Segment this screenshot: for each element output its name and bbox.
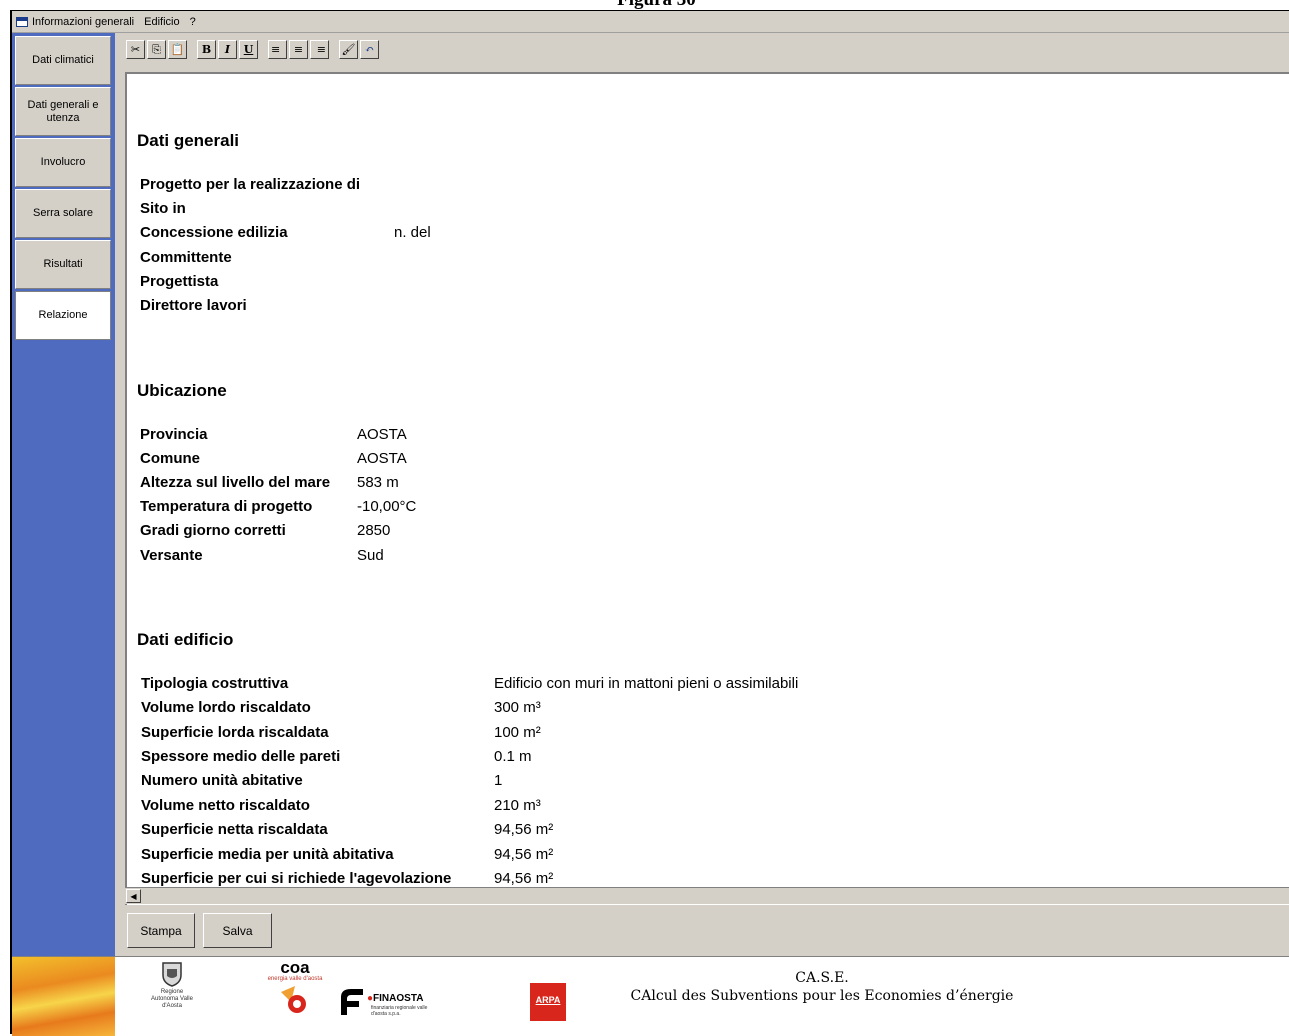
sidebar-item-label: Risultati [43,258,83,270]
coa-flame-icon [281,986,306,1013]
arpa-logo-text: ARPA [535,995,561,1005]
row-value: 2850 [357,522,391,539]
section-title-dati-edificio: Dati edificio [137,630,234,649]
brand-swoosh [12,957,115,1036]
row-value: 100 m² [494,724,541,741]
row-label: Numero unità abitative [141,772,303,789]
sidebar-item-serra-solare[interactable]: Serra solare [15,189,111,238]
row-label: Versante [140,547,203,564]
sidebar-item-label: Involucro [40,156,86,168]
sidebar-item-involucro[interactable]: Involucro [15,138,111,187]
row-value: 94,56 m² [494,846,554,863]
footer-logos: Regione Autonoma Valle d'Aosta coa energ… [12,956,1289,1036]
print-button[interactable]: Stampa [127,913,195,948]
menu-bar: Informazioni generali Edificio ? [12,11,1289,33]
row-label: Provincia [140,426,208,443]
row-label: Direttore lavori [140,297,247,314]
row-label: Committente [140,249,232,266]
row-value: AOSTA [357,426,407,443]
row-value: Edificio con muri in mattoni pieni o ass… [494,675,799,692]
italic-icon[interactable]: I [218,40,237,59]
row-label: Temperatura di progetto [140,498,313,515]
row-label: Superficie netta riscaldata [141,821,328,838]
row-label: Superficie media per unità abitativa [141,846,394,863]
brush-icon[interactable]: 🖌 [339,40,358,59]
row-label: Superficie per cui si richiede l'agevola… [141,870,452,887]
copy-icon[interactable]: ⎘ [147,40,166,59]
paste-icon[interactable]: 📋 [168,40,187,59]
row-label: Spessore medio delle pareti [141,748,341,765]
row-value: -10,00°C [357,498,417,515]
row-label: Gradi giorno corretti [140,522,286,539]
finaosta-logo-subtitle: finanziaria regionale valle d'aosta s.p.… [371,1005,428,1017]
sidebar-item-label: Dati climatici [32,54,94,66]
row-label: Altezza sul livello del mare [140,474,331,491]
row-label: Volume lordo riscaldato [141,699,311,716]
align-left-icon[interactable]: ≡ [268,40,287,59]
app-window: Informazioni generali Edificio ? Dati cl… [10,10,1289,1036]
region-logo: Regione Autonoma Valle d'Aosta [147,961,197,1010]
row-label: Tipologia costruttiva [141,675,289,692]
menu-help[interactable]: ? [190,16,196,28]
finaosta-logo-text: ●FINAOSTA [367,993,424,1004]
row-value: 300 m³ [494,699,541,716]
coa-logo-subtitle: energia valle d'aosta [267,976,323,982]
bold-icon[interactable]: B [197,40,216,59]
section-title-dati-generali: Dati generali [137,131,240,150]
row-value: 210 m³ [494,797,541,814]
row-label: Progetto per la realizzazione di [140,176,361,193]
region-logo-text: Regione Autonoma Valle d'Aosta [151,989,193,1009]
cut-icon[interactable]: ✂ [126,40,145,59]
align-center-icon[interactable]: ≡ [289,40,308,59]
case-subtitle: CAlcul des Subventions pour les Economie… [630,988,1014,1004]
row-value: 94,56 m² [494,821,554,838]
row-value: Sud [357,547,384,564]
row-value: 583 m [357,474,399,491]
row-value: AOSTA [357,450,407,467]
case-title: CA.S.E. [795,970,849,986]
coat-of-arms-icon [162,962,182,987]
coa-logo-text: coa [280,958,310,977]
coa-logo: coa energia valle d'aosta [260,958,330,1016]
row-label: Superficie lorda riscaldata [141,724,329,741]
underline-icon[interactable]: U [239,40,258,59]
row-value: 1 [494,772,503,789]
finaosta-logo: ●FINAOSTA finanziaria regionale valle d'… [337,985,437,1021]
align-right-icon[interactable]: ≡ [310,40,329,59]
menu-edificio[interactable]: Edificio [144,16,179,28]
row-value: 0.1 m [494,748,532,765]
sidebar-item-label: Relazione [38,309,88,321]
row-label: Progettista [140,273,219,290]
sidebar: Dati climatici Dati generali e utenza In… [12,33,115,956]
scroll-left-icon[interactable]: ◀ [126,889,141,903]
row-label: Sito in [140,200,186,217]
finaosta-mark-icon [341,989,363,1015]
format-toolbar: ✂ ⎘ 📋 B I U ≡ ≡ ≡ 🖌 ↶ [126,36,381,63]
save-button[interactable]: Salva [203,913,272,948]
arpa-logo: ARPA [530,983,566,1021]
sidebar-item-risultati[interactable]: Risultati [15,240,111,289]
row-value: 94,56 m² [494,870,554,887]
row-label: Comune [140,450,200,467]
row-label: Concessione edilizia [140,224,288,241]
figure-caption: Figura 30 [0,0,1289,10]
section-title-ubicazione: Ubicazione [137,381,227,400]
row-label: Volume netto riscaldato [141,797,310,814]
row-value: n. del [394,224,431,241]
undo-icon[interactable]: ↶ [360,40,379,59]
sidebar-item-relazione[interactable]: Relazione [15,291,111,340]
sidebar-item-label: Dati generali e utenza [27,98,99,124]
sidebar-item-dati-climatici[interactable]: Dati climatici [15,36,111,85]
sidebar-item-dati-generali[interactable]: Dati generali e utenza [15,87,111,136]
menu-informazioni-generali[interactable]: Informazioni generali [32,16,134,28]
sidebar-item-label: Serra solare [33,207,93,219]
horizontal-scrollbar[interactable]: ◀ [125,887,1289,904]
case-branding: CA.S.E. CAlcul des Subventions pour les … [612,969,1032,1005]
app-icon [16,16,28,27]
report-editor[interactable]: Dati generali Progetto per la realizzazi… [125,72,1289,905]
